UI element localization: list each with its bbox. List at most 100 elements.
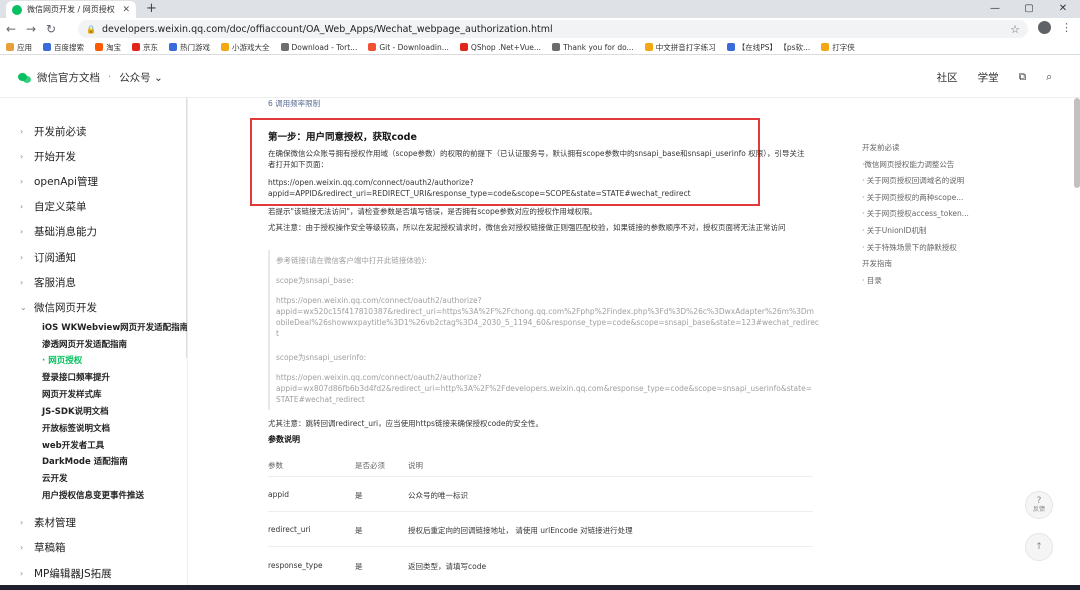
header-param: 参数	[268, 461, 283, 470]
bookmark-favicon-icon	[43, 43, 51, 51]
userinfo-url-line2[interactable]: appid=wx807d86fb6b3d4fd2&redirect_uri=ht…	[276, 383, 814, 394]
doc-content: 6 调用频率限制 第一步：用户同意授权，获取code 在确保微信公众账号拥有授权…	[188, 98, 838, 590]
row-param: appid	[268, 490, 289, 499]
browser-actions: ⋮	[1038, 21, 1072, 34]
userinfo-url-line1[interactable]: https://open.weixin.qq.com/connect/oauth…	[276, 372, 814, 383]
site-logo[interactable]: 微信官方文档 · 公众号 ⌄	[18, 70, 163, 85]
bookmark-favicon-icon	[459, 43, 468, 51]
sidebar-item-label: openApi管理	[34, 176, 98, 188]
browser-tab-bar: 微信网页开发 / 网页授权 ✕ + — ▢ ✕	[0, 0, 1080, 18]
toc-item[interactable]: · 关于网页授权的两种scope...	[862, 192, 963, 203]
nav-academy-link[interactable]: 学堂	[978, 70, 999, 85]
bookmark-favicon-icon	[644, 43, 653, 51]
chevron-down-icon: ⌄	[154, 72, 163, 84]
base-url-line1[interactable]: https://open.weixin.qq.com/connect/oauth…	[276, 295, 814, 306]
sidebar-subitem[interactable]: 渗透网页开发适配指南	[42, 338, 127, 350]
toc-item[interactable]: · 关于UnionID机制	[862, 225, 926, 236]
back-icon[interactable]: ←	[2, 22, 20, 36]
toc-item[interactable]: · 关于特殊场景下的静默授权	[862, 242, 957, 253]
browser-tab[interactable]: 微信网页开发 / 网页授权 ✕	[6, 1, 136, 18]
table-divider	[268, 546, 813, 547]
bookmark-item[interactable]: 打字侠	[821, 42, 855, 53]
back-to-top-button[interactable]: ↑	[1025, 533, 1053, 561]
table-divider	[268, 476, 813, 477]
close-window-button[interactable]: ✕	[1046, 0, 1080, 18]
sidebar-subitem[interactable]: 开放标签说明文档	[42, 422, 110, 434]
url-input[interactable]: 🔒 developers.weixin.qq.com/doc/offiaccou…	[78, 20, 1028, 38]
scope-base-label: scope为snsapi_base:	[276, 276, 354, 285]
sidebar-item[interactable]: ⌄ 微信网页开发	[20, 300, 97, 315]
intro-paragraph: 在确保微信公众账号拥有授权作用域（scope参数）的权限的前提下（已认证服务号，…	[268, 149, 805, 169]
profile-avatar-icon[interactable]	[1038, 21, 1051, 34]
toc-item[interactable]: · 目录	[862, 275, 882, 286]
sidebar-item[interactable]: › 订阅通知	[20, 250, 76, 265]
address-bar-row: ← → ↻ 🔒 developers.weixin.qq.com/doc/off…	[0, 18, 1080, 40]
bookmark-item[interactable]: 应用	[6, 42, 32, 53]
chevron-right-icon: ›	[20, 518, 24, 527]
sidebar-item[interactable]: › MP编辑器JS拓展	[20, 566, 112, 581]
close-tab-icon[interactable]: ✕	[122, 5, 130, 15]
bookmark-item[interactable]: 热门游戏	[169, 42, 210, 53]
bookmark-item[interactable]: 【在线PS】 【ps软...	[726, 42, 810, 53]
section-link[interactable]: 6 调用频率限制	[268, 98, 320, 109]
maximize-button[interactable]: ▢	[1012, 0, 1046, 18]
toc-item[interactable]: · 关于网页授权access_token...	[862, 208, 969, 219]
search-icon[interactable]: ⌕	[1046, 71, 1052, 84]
sidebar-item[interactable]: › 草稿箱	[20, 540, 66, 555]
toc-item[interactable]: ·微信网页授权能力调整公告	[862, 159, 954, 170]
sidebar-item[interactable]: › 开始开发	[20, 149, 76, 164]
bookmark-item[interactable]: 百度搜索	[43, 42, 84, 53]
bookmark-item[interactable]: QShop .Net+Vue...	[459, 43, 541, 52]
sidebar-item[interactable]: › 客服消息	[20, 275, 76, 290]
sidebar-subitem[interactable]: iOS WKWebview网页开发适配指南	[42, 321, 187, 333]
sidebar-item[interactable]: › 自定义菜单	[20, 199, 87, 214]
minimize-button[interactable]: —	[978, 0, 1012, 18]
sidebar-item-label: 订阅通知	[34, 252, 76, 264]
sidebar-subitem[interactable]: 登录接口频率提升	[42, 371, 110, 383]
menu-kebab-icon[interactable]: ⋮	[1061, 21, 1072, 34]
bookmark-star-icon[interactable]: ☆	[1010, 23, 1020, 36]
category-dropdown[interactable]: 公众号 ⌄	[119, 70, 163, 85]
row-desc: 返回类型，请填写code	[408, 562, 487, 571]
bookmark-item[interactable]: 京东	[132, 42, 158, 53]
toc-item[interactable]: · 关于网页授权回调域名的说明	[862, 175, 964, 186]
bookmark-item[interactable]: Download - Tort...	[280, 43, 357, 52]
sidebar-item[interactable]: › openApi管理	[20, 174, 98, 189]
sidebar-subitem[interactable]: 用户授权信息变更事件推送	[42, 489, 144, 501]
question-icon: ?	[1036, 495, 1042, 506]
sidebar-item[interactable]: › 基础消息能力	[20, 224, 97, 239]
row-desc: 授权后重定向的回调链接地址， 请使用 urlEncode 对链接进行处理	[408, 526, 633, 535]
reload-icon[interactable]: ↻	[42, 22, 60, 36]
nav-community-link[interactable]: 社区	[937, 70, 958, 85]
base-url-line2[interactable]: appid=wx520c15f417810387&redirect_uri=ht…	[276, 306, 814, 317]
chevron-right-icon: ›	[20, 177, 24, 186]
userinfo-url-line3[interactable]: STATE#wechat_redirect	[276, 394, 814, 405]
sidebar-item[interactable]: › 素材管理	[20, 515, 76, 530]
toc-item[interactable]: 开发前必读	[862, 142, 900, 153]
bookmark-item[interactable]: 淘宝	[95, 42, 121, 53]
new-tab-button[interactable]: +	[146, 1, 157, 17]
forward-icon[interactable]: →	[22, 22, 40, 36]
sidebar-subitem[interactable]: JS-SDK说明文档	[42, 405, 109, 417]
feedback-button[interactable]: ? 反馈	[1025, 491, 1053, 519]
row-required: 是	[355, 562, 363, 571]
sidebar-item-label: 自定义菜单	[34, 201, 87, 213]
sidebar-subitem[interactable]: 网页开发样式库	[42, 388, 102, 400]
sidebar-item[interactable]: › 开发前必读	[20, 124, 87, 139]
table-row: redirect_uri 是 授权后重定向的回调链接地址， 请使用 urlEnc…	[268, 525, 813, 539]
chevron-right-icon: ›	[20, 543, 24, 552]
sidebar-subitem-active[interactable]: · 网页授权	[42, 354, 82, 366]
bookmark-label: 京东	[143, 42, 158, 52]
bookmark-item[interactable]: Git - Downloadin...	[368, 43, 449, 52]
bookmark-item[interactable]: 小游戏大全	[221, 42, 270, 53]
toc-item[interactable]: 开发指南	[862, 258, 892, 269]
doc-switch-icon[interactable]: ⧉	[1019, 71, 1027, 84]
page-scrollbar[interactable]	[1074, 98, 1080, 188]
bookmark-item[interactable]: 中文拼音打字练习	[644, 42, 716, 53]
base-url-line4[interactable]: t	[276, 328, 814, 339]
bookmark-item[interactable]: Thank you for do...	[552, 43, 634, 52]
sidebar-subitem[interactable]: DarkMode 适配指南	[42, 455, 128, 467]
base-url-line3[interactable]: obileDeal%26showwxpaytitle%3D1%26vb2ctag…	[276, 317, 819, 328]
sidebar-subitem[interactable]: 云开发	[42, 472, 68, 484]
sidebar-subitem[interactable]: web开发者工具	[42, 439, 104, 451]
